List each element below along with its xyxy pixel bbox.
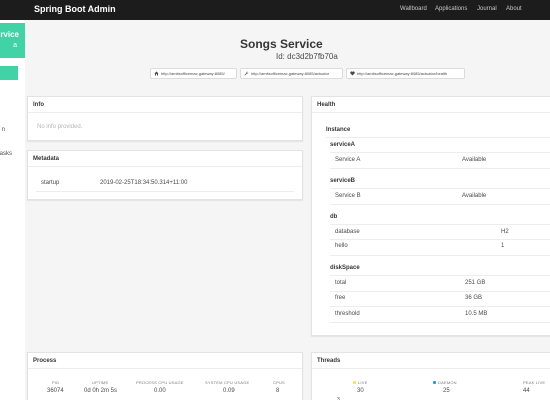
nav-wallboard[interactable]: Wallboard [400,6,427,12]
divider [28,166,302,167]
health-row-value: Available [462,193,487,199]
top-navbar: Spring Boot Admin Wallboard Applications… [0,0,550,20]
health-group-name: serviceA [330,142,356,148]
health-row-key: total [335,280,347,286]
sidebar: Service a n asks [0,20,25,400]
divider [326,137,550,138]
process-stat-label: SYSTEM CPU USAGE [205,380,250,385]
nav-journal[interactable]: Journal [477,6,497,12]
process-stat-label: UPTIME [92,380,109,385]
home-icon [154,71,159,76]
threads-card: Threads LIVE 30 DAEMON 25 PEAK LIVE 44 3 [311,352,550,400]
info-card: Info No info provided. [27,96,303,141]
divider [330,168,550,169]
threads-stat-label: DAEMON [438,380,457,385]
health-row-key: Service A [335,157,361,163]
nav-about[interactable]: About [506,6,522,12]
heart-icon [350,71,355,76]
health-row-key: hello [335,243,348,249]
process-stat-label: PROCESS CPU USAGE [136,380,184,385]
divider [28,112,302,113]
health-row-value: 1 [501,243,505,249]
health-row-value: H2 [501,229,509,235]
health-instance-label: Instance [326,127,351,133]
process-card-title: Process [33,358,57,364]
sidebar-item-details[interactable]: n [2,127,5,133]
live-legend-dot [353,381,356,384]
health-row-key: free [335,295,346,301]
sidebar-service-name: Service [0,30,19,39]
service-url-button[interactable]: http://amitsofficemac.gateway:8085/ [150,68,237,79]
process-stat-value: 0.00 [154,388,166,394]
sidebar-service-sub: a [13,42,17,49]
divider [330,152,550,153]
process-stat-label: PID [52,380,60,385]
metadata-card: Metadata startup 2019-02-25T18:34:50.314… [27,150,303,200]
divider [312,112,550,113]
divider [330,224,550,225]
process-stat-value: 8 [276,388,280,394]
service-url-text: http://amitsofficemac.gateway:8085/ [161,71,225,76]
threads-stat-value: 30 [357,388,364,394]
health-group-name: db [330,214,338,220]
threads-stat-value: 44 [523,388,530,394]
process-stat-value: 0d 0h 2m 5s [84,388,118,394]
divider [330,322,550,323]
sidebar-item-tasks[interactable]: asks [0,151,12,157]
threads-stat-value: 25 [443,388,450,394]
health-row-key: database [335,229,360,235]
health-card: Health Instance serviceA Service A Avail… [311,96,550,336]
divider [36,191,294,192]
health-url-text: http://amitsofficemac.gateway:8085/actua… [357,71,448,76]
metadata-key: startup [41,180,60,186]
divider [28,368,302,369]
divider [330,275,550,276]
daemon-legend-dot [433,381,436,384]
divider [330,204,550,205]
divider [312,368,550,369]
health-url-button[interactable]: http://amitsofficemac.gateway:8085/actua… [346,68,465,79]
threads-card-title: Threads [317,358,341,364]
instance-id: Id: dc3d2b7fb70a [276,52,338,61]
divider [330,255,550,256]
health-row-value: 10.5 MB [465,311,488,317]
health-row-key: Service B [335,193,361,199]
info-empty-text: No info provided. [37,124,83,130]
metadata-value: 2019-02-25T18:34:50.314+11:00 [100,180,188,186]
health-row-value: 251 GB [465,280,486,286]
health-group-name: diskSpace [330,265,360,271]
management-url-button[interactable]: http://amitsofficemac.gateway:8085/actua… [240,68,343,79]
health-row-value: 36 GB [465,295,483,301]
health-row-key: threshold [335,311,360,317]
metadata-card-title: Metadata [33,156,60,162]
threads-stat-label: PEAK LIVE [523,380,546,385]
health-group-name: serviceB [330,178,356,184]
brand-logo[interactable]: Spring Boot Admin [34,4,116,14]
process-card: Process PID 36074 UPTIME 0d 0h 2m 5s PRO… [27,352,303,400]
process-stat-label: CPUS [273,380,285,385]
process-stat-value: 0.09 [223,388,235,394]
health-card-title: Health [317,102,336,108]
management-url-text: http://amitsofficemac.gateway:8085/actua… [251,71,330,76]
divider [330,306,550,307]
info-card-title: Info [33,102,44,108]
process-stat-value: 36074 [47,388,64,394]
divider [330,239,550,240]
sidebar-service-header[interactable]: Service a [0,23,25,58]
health-row-value: Available [462,157,487,163]
divider [330,188,550,189]
wrench-icon [244,71,249,76]
page-title: Songs Service [240,37,323,51]
sidebar-item-active[interactable] [0,66,18,80]
divider [330,291,550,292]
threads-stat-label: LIVE [358,380,368,385]
nav-applications[interactable]: Applications [435,6,467,12]
